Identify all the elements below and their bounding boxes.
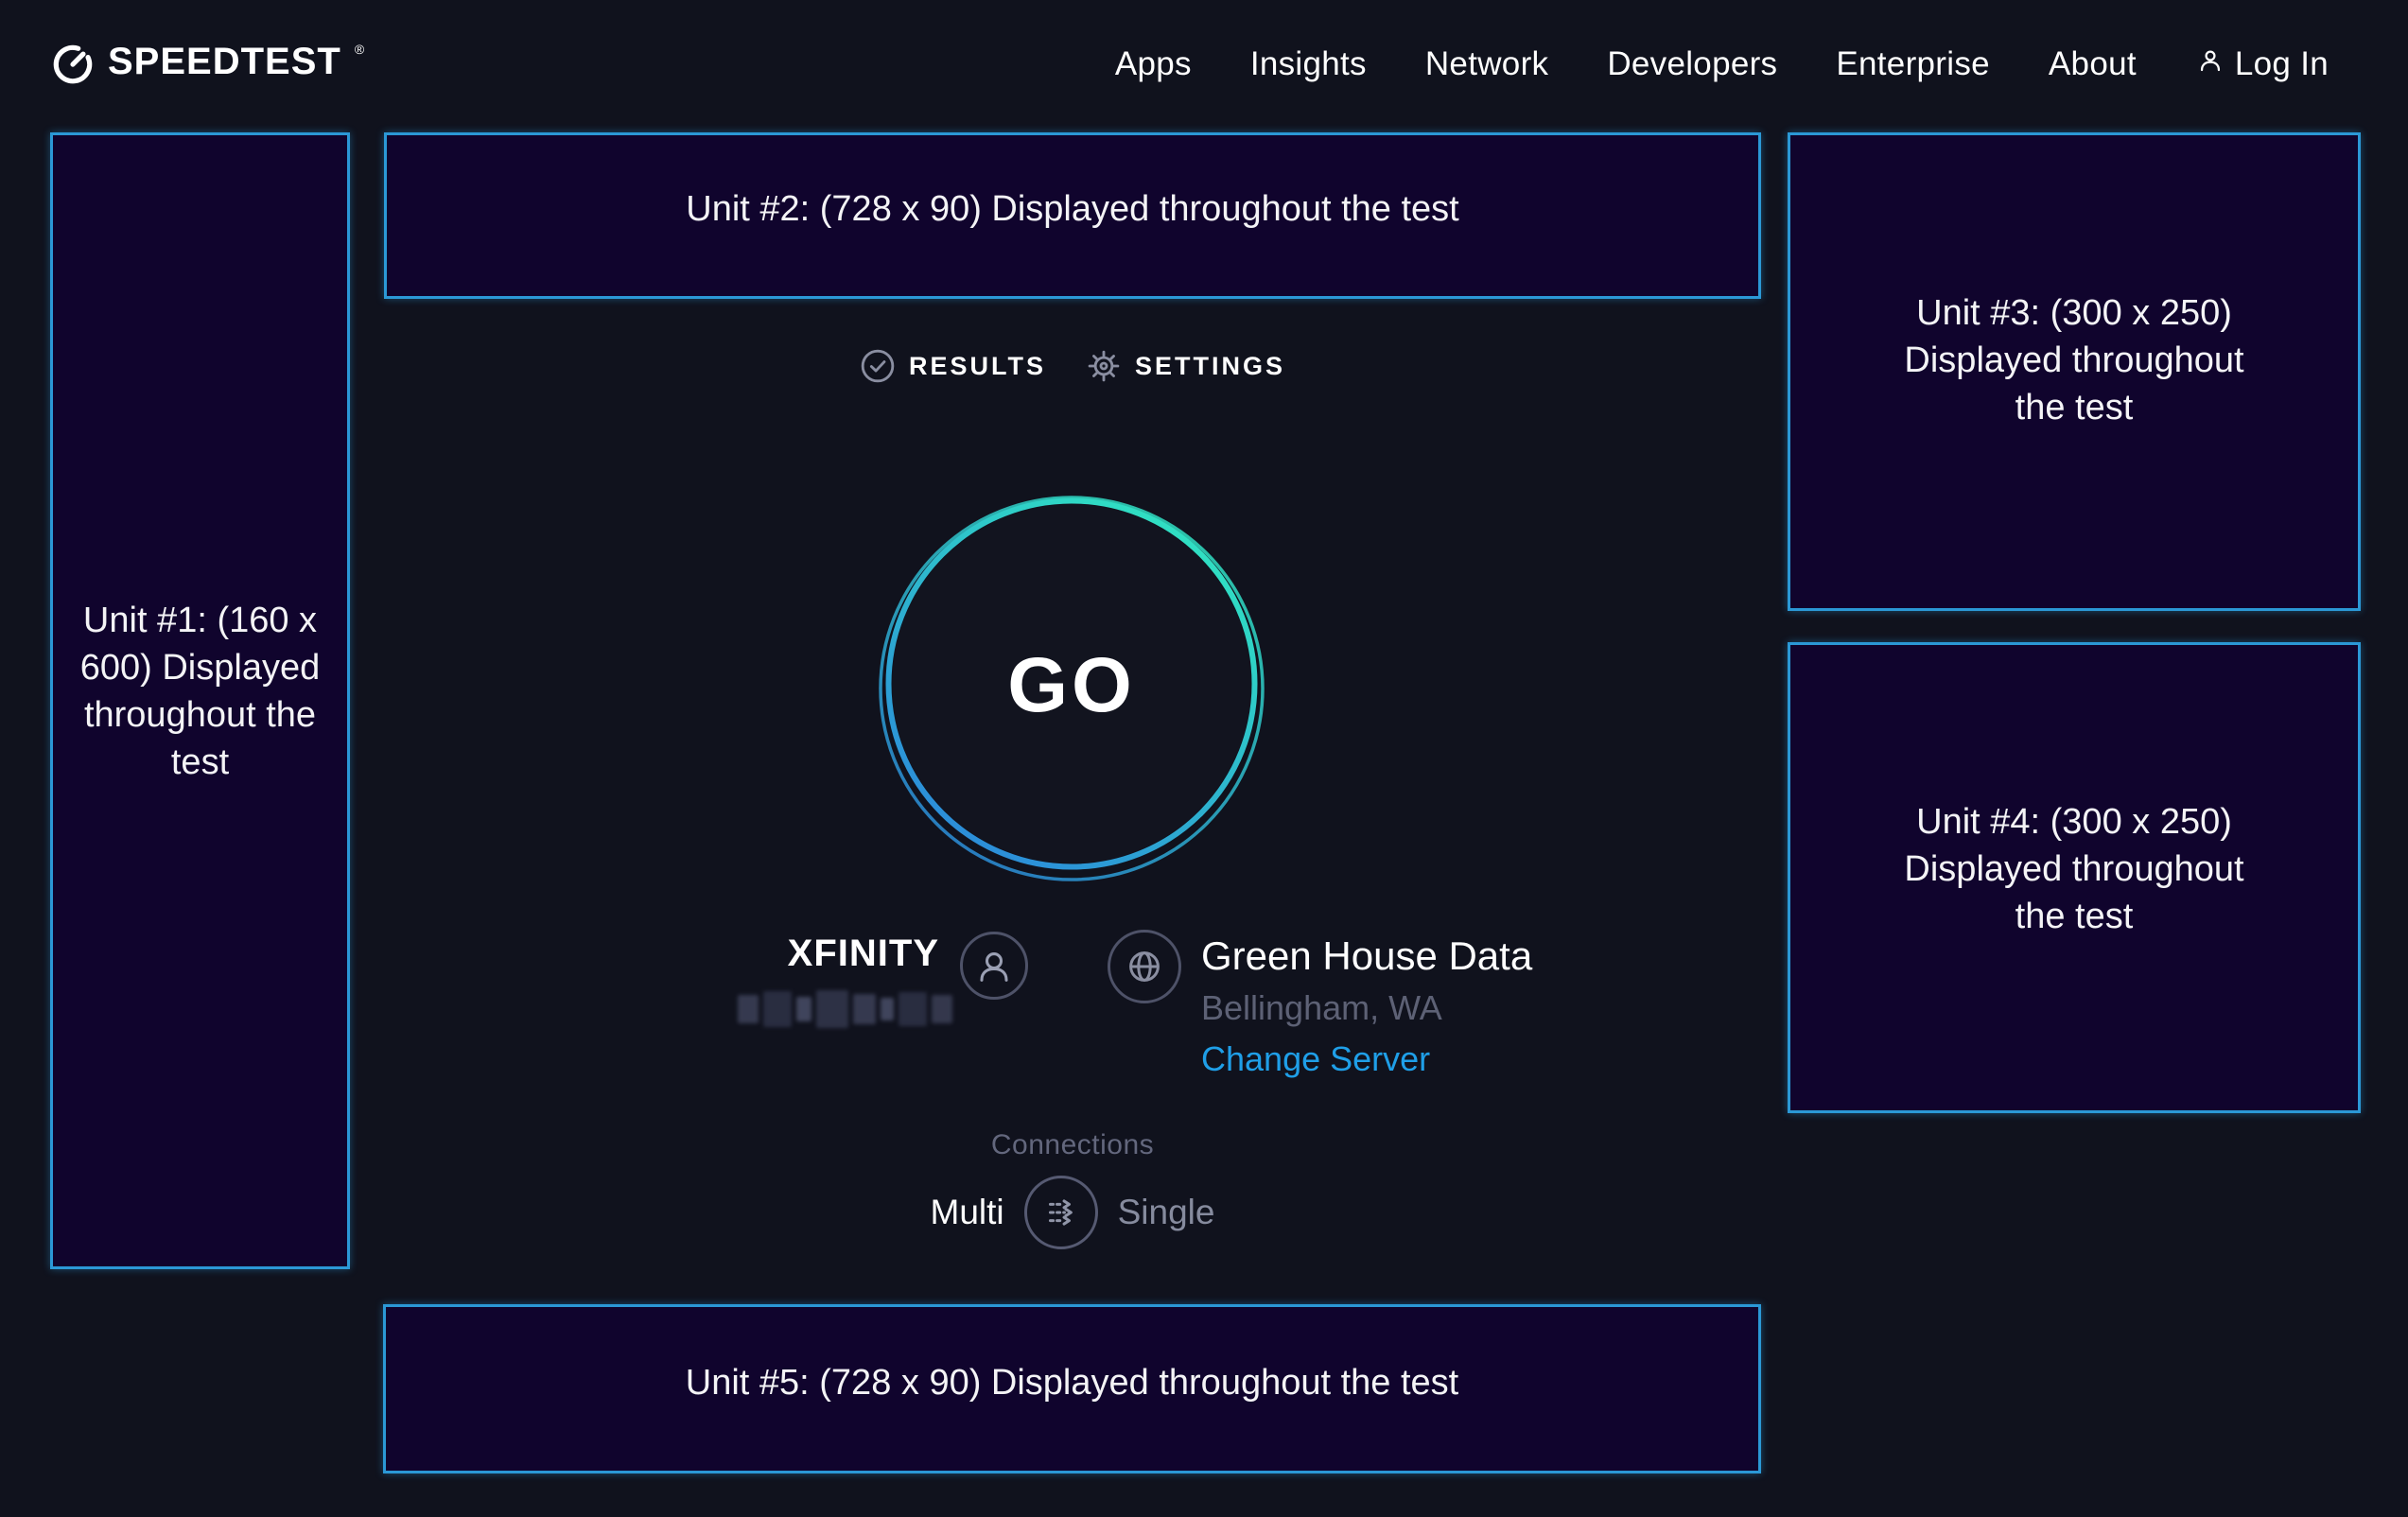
isp-user-icon	[960, 932, 1028, 1000]
connections-row: Multi Single	[384, 1175, 1761, 1250]
server-globe-icon	[1108, 930, 1181, 1003]
ad-unit-2[interactable]: Unit #2: (728 x 90) Displayed throughout…	[384, 132, 1761, 299]
masked-ip-blur	[738, 989, 952, 1029]
go-button[interactable]: GO	[877, 494, 1266, 883]
login-label: Log In	[2235, 45, 2329, 83]
tab-results-label: RESULTS	[909, 352, 1046, 381]
server-location: Bellingham, WA	[1201, 987, 1532, 1029]
nav-item-about[interactable]: About	[2049, 45, 2137, 83]
ad-unit-4-label: Unit #4: (300 x 250) Displayed throughou…	[1876, 798, 2273, 957]
check-circle-icon	[860, 348, 896, 384]
top-nav-bar: SPEEDTEST ® Apps Insights Network Develo…	[0, 0, 2408, 129]
ad-unit-3-label: Unit #3: (300 x 250) Displayed throughou…	[1876, 289, 2273, 454]
server-name: Green House Data	[1201, 933, 1532, 980]
tab-settings-label: SETTINGS	[1135, 352, 1285, 381]
ad-unit-1[interactable]: Unit #1: (160 x 600) Displayed throughou…	[50, 132, 350, 1269]
nav-item-insights[interactable]: Insights	[1250, 45, 1367, 83]
isp-name: XFINITY	[567, 931, 939, 976]
logo-trademark: ®	[355, 43, 364, 56]
user-icon	[2195, 45, 2225, 84]
tabs-row: RESULTS SETTINGS	[384, 333, 1761, 399]
ad-unit-2-label: Unit #2: (728 x 90) Displayed throughout…	[686, 185, 1458, 246]
ad-unit-5-label: Unit #5: (728 x 90) Displayed throughout…	[686, 1359, 1458, 1420]
connections-single-option[interactable]: Single	[1118, 1193, 1215, 1232]
server-info: Green House Data Bellingham, WA Change S…	[1201, 933, 1532, 1080]
logo-wordmark: SPEEDTEST	[108, 39, 341, 84]
gear-icon	[1086, 348, 1122, 384]
speedtest-gauge-icon	[51, 39, 95, 91]
nav-item-network[interactable]: Network	[1425, 45, 1548, 83]
ad-unit-5[interactable]: Unit #5: (728 x 90) Displayed throughout…	[383, 1304, 1761, 1473]
ad-unit-1-label: Unit #1: (160 x 600) Displayed throughou…	[53, 597, 347, 805]
ad-unit-4[interactable]: Unit #4: (300 x 250) Displayed throughou…	[1788, 642, 2361, 1113]
nav-item-login[interactable]: Log In	[2195, 45, 2329, 84]
tab-results[interactable]: RESULTS	[860, 348, 1046, 384]
nav-item-apps[interactable]: Apps	[1115, 45, 1192, 83]
go-button-label: GO	[877, 494, 1266, 883]
change-server-link[interactable]: Change Server	[1201, 1038, 1430, 1080]
connections-label: Connections	[384, 1129, 1761, 1161]
tab-settings[interactable]: SETTINGS	[1086, 348, 1285, 384]
nav-item-developers[interactable]: Developers	[1607, 45, 1777, 83]
main-nav: Apps Insights Network Developers Enterpr…	[1115, 45, 2329, 84]
connection-mode-toggle[interactable]	[1024, 1176, 1098, 1249]
speedtest-logo[interactable]: SPEEDTEST ®	[51, 39, 364, 91]
nav-item-enterprise[interactable]: Enterprise	[1836, 45, 1990, 83]
ad-unit-3[interactable]: Unit #3: (300 x 250) Displayed throughou…	[1788, 132, 2361, 611]
connections-multi-option[interactable]: Multi	[931, 1193, 1004, 1232]
